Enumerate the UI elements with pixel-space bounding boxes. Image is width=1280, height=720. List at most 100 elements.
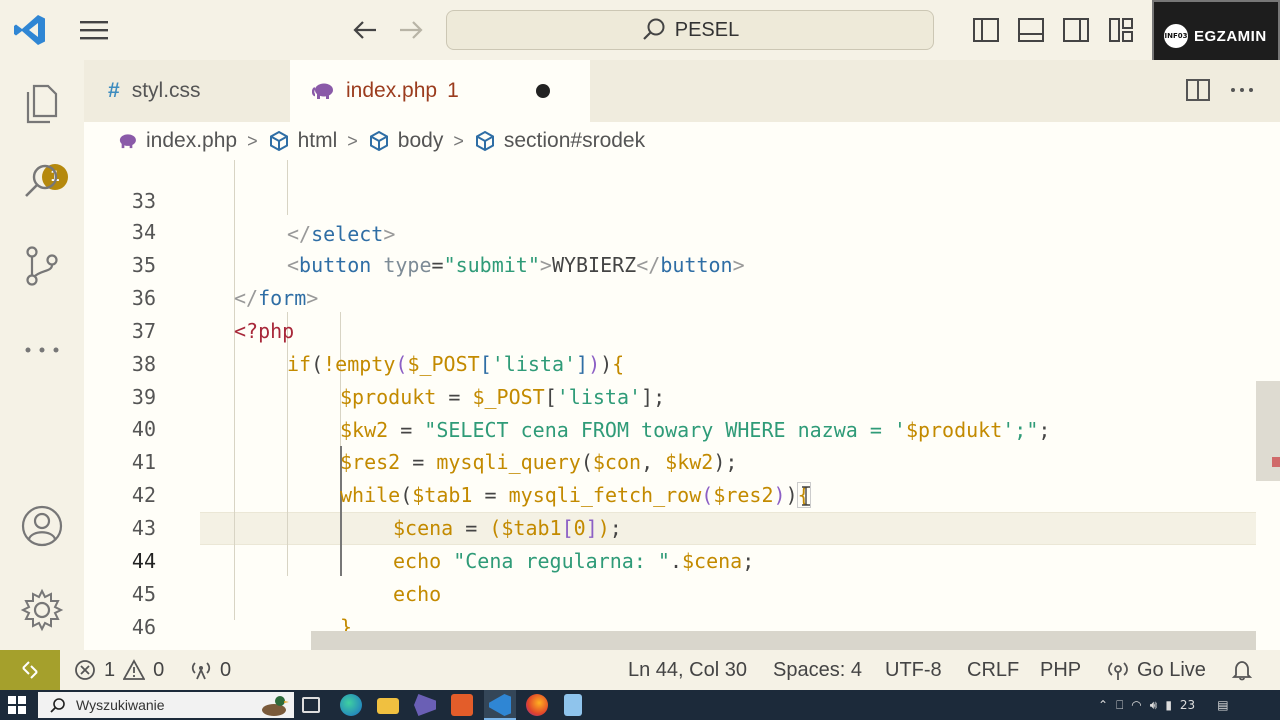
php-elephant-icon <box>119 134 136 149</box>
source-control-icon[interactable] <box>20 244 64 288</box>
ports-count: 0 <box>220 658 232 681</box>
code-editor[interactable]: 33 </select> 34 <button type="submit">WY… <box>84 160 1280 650</box>
language-text: PHP <box>1040 658 1082 681</box>
windows-taskbar: Wyszukiwanie ⌃ ⎕ ◠ 🔊︎ ▮ 23 ▤ <box>0 690 1280 720</box>
cursor-position[interactable]: Ln 44, Col 30 <box>628 650 747 690</box>
split-editor-icon[interactable] <box>1184 76 1212 104</box>
taskbar-search-text: Wyszukiwanie <box>76 697 165 713</box>
tab-label: index.php <box>346 79 438 102</box>
arrow-left-icon[interactable] <box>350 16 380 44</box>
toggle-secondary-sidebar-icon[interactable] <box>1062 16 1090 44</box>
problems-indicator[interactable]: 1 0 <box>74 650 164 690</box>
xampp-icon[interactable] <box>451 694 473 716</box>
go-live-label: Go Live <box>1137 658 1206 681</box>
chevron-right-icon: > <box>247 130 258 151</box>
code-line: 42 $cena = ($tab1[0]); <box>84 446 1256 540</box>
customize-layout-icon[interactable] <box>1107 16 1135 44</box>
code-line: 45 } <box>84 545 1256 639</box>
php-elephant-icon <box>312 83 333 99</box>
edge-icon[interactable] <box>340 694 362 716</box>
arrow-right-icon <box>400 21 423 39</box>
tray-time[interactable]: 23 <box>1180 698 1195 712</box>
status-bar: 1 0 0 Ln 44, Col 30 Spaces: 4 UTF-8 CRLF… <box>0 650 1280 690</box>
cursor-position-text: Ln 44, Col 30 <box>628 658 747 681</box>
code-line: 35 </form> <box>84 216 1256 310</box>
chevron-right-icon: > <box>453 130 464 151</box>
code-line: 46 } <box>84 578 1256 650</box>
visual-studio-icon[interactable] <box>414 694 436 716</box>
volume-icon[interactable]: 🔊︎ <box>1150 698 1158 713</box>
encoding-text: UTF-8 <box>885 658 942 681</box>
code-line: 34 <button type="submit">WYBIERZ</button… <box>84 183 1256 277</box>
more-icon[interactable] <box>20 328 64 372</box>
breadcrumb-body[interactable]: body <box>368 129 444 153</box>
remote-indicator[interactable] <box>0 650 60 690</box>
error-marker <box>1272 457 1280 467</box>
tab-problem-count: 1 <box>447 79 459 102</box>
code-line: 36 <?php <box>84 249 1256 343</box>
firefox-icon[interactable] <box>526 694 548 716</box>
breadcrumb-section[interactable]: section#srodek <box>474 129 645 153</box>
search-icon <box>50 698 65 713</box>
remote-icon <box>22 661 38 679</box>
code-line: 33 </select> <box>84 160 1256 246</box>
error-count: 1 <box>104 658 116 681</box>
files-icon[interactable] <box>20 80 64 124</box>
system-tray: ⌃ ⎕ ◠ 🔊︎ ▮ 23 ▤ <box>1098 690 1229 720</box>
breadcrumb-label: body <box>397 129 444 152</box>
code-line: 44 echo <box>84 512 1256 606</box>
css-file-icon: # <box>108 79 120 102</box>
warning-count: 0 <box>153 658 165 681</box>
account-icon[interactable] <box>20 504 64 548</box>
chevron-up-icon[interactable]: ⌃ <box>1098 698 1108 712</box>
tab-label: styl.css <box>131 79 201 102</box>
eol-text: CRLF <box>967 658 1020 681</box>
radio-tower-icon <box>191 662 211 680</box>
go-live-button[interactable]: Go Live <box>1107 650 1206 690</box>
taskbar-search[interactable]: Wyszukiwanie <box>38 692 294 718</box>
ports-indicator[interactable]: 0 <box>190 650 231 690</box>
notification-icon[interactable]: ▤ <box>1217 698 1228 712</box>
duck-icon <box>262 696 289 716</box>
breadcrumb-file[interactable]: index.php <box>116 129 237 153</box>
search-icon <box>642 18 665 40</box>
symbol-element-icon <box>475 130 494 152</box>
bell-icon[interactable] <box>1231 659 1253 681</box>
activity-bar: 1 <box>0 60 84 650</box>
end-of-line[interactable]: CRLF <box>967 650 1019 690</box>
code-line: 38 $produkt = $_POST['lista']; <box>84 315 1256 409</box>
breadcrumb-html[interactable]: html <box>268 129 337 153</box>
egzamin-text: EGZAMIN <box>1194 27 1267 45</box>
wifi-icon[interactable]: ◠ <box>1131 698 1141 712</box>
tab-index-php[interactable]: index.php 1 <box>290 60 590 122</box>
command-center-search[interactable]: PESEL <box>446 10 934 50</box>
indentation[interactable]: Spaces: 4 <box>773 650 862 690</box>
search-icon[interactable] <box>20 160 64 204</box>
more-actions-icon[interactable] <box>1228 76 1256 104</box>
menu-icon[interactable] <box>78 18 110 42</box>
symbol-element-icon <box>269 130 288 152</box>
code-line: 39 $kw2 = "SELECT cena FROM towary WHERE… <box>84 348 1256 442</box>
vscode-logo[interactable] <box>12 12 48 48</box>
task-view-icon[interactable] <box>302 697 320 713</box>
code-line: 40 $res2 = mysqli_query($con, $kw2); <box>84 380 1256 474</box>
title-bar: PESEL <box>0 0 1280 60</box>
microphone-icon[interactable]: ▮ <box>1165 698 1172 712</box>
file-explorer-icon[interactable] <box>377 698 399 714</box>
toggle-panel-icon[interactable] <box>1017 16 1045 44</box>
editor-tab-bar: # styl.css index.php 1 <box>84 60 1280 122</box>
breadcrumb-label: section#srodek <box>503 129 646 152</box>
tab-styl-css[interactable]: # styl.css <box>84 60 290 122</box>
network-icon[interactable]: ⎕ <box>1116 698 1123 713</box>
breadcrumb-label: index.php <box>146 129 238 152</box>
toggle-primary-sidebar-icon[interactable] <box>972 16 1000 44</box>
code-line: 43 echo "Cena regularna: ".$cena; <box>84 479 1256 573</box>
language-mode[interactable]: PHP <box>1040 650 1081 690</box>
notepad-icon[interactable] <box>564 694 582 716</box>
unsaved-dot-icon[interactable] <box>536 84 550 98</box>
search-text: PESEL <box>674 18 740 41</box>
settings-gear-icon[interactable] <box>20 588 64 632</box>
horizontal-scrollbar-thumb[interactable] <box>311 631 1256 650</box>
encoding[interactable]: UTF-8 <box>885 650 942 690</box>
windows-start-icon[interactable] <box>8 696 26 714</box>
